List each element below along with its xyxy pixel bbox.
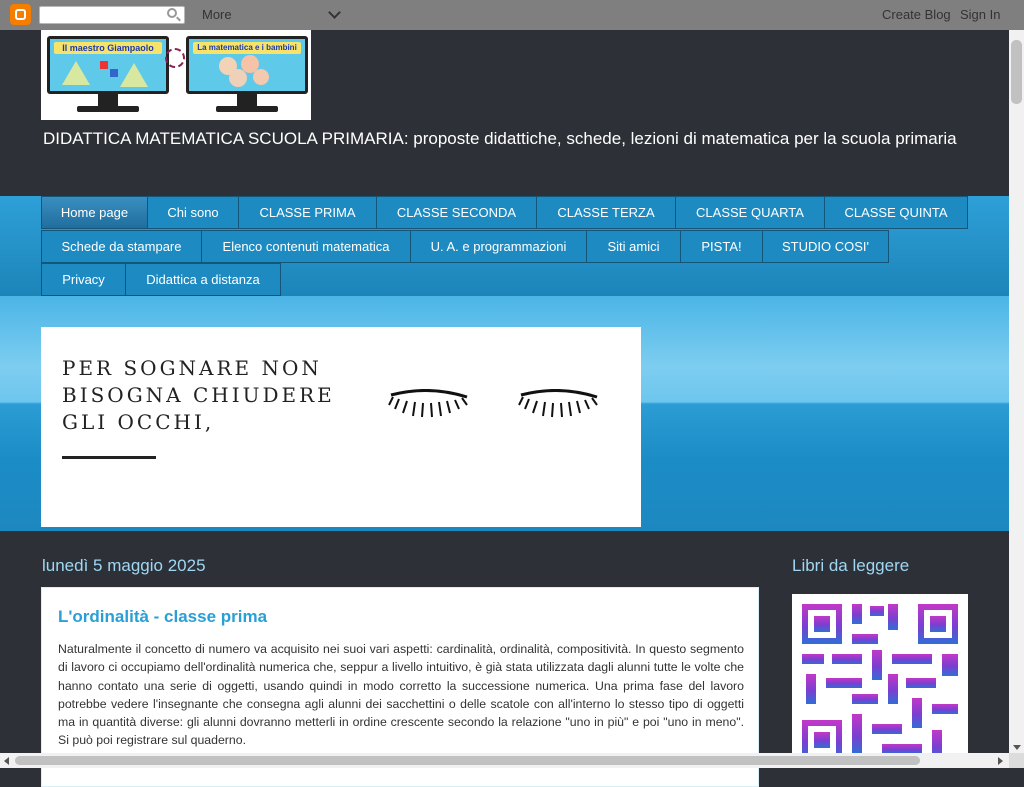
tab-schede-da-stampare[interactable]: Schede da stampare (41, 230, 202, 263)
banner-divider (62, 456, 156, 459)
qr-code-image[interactable] (792, 594, 968, 768)
monitor-right-icon: La matematica e i bambini (186, 36, 308, 114)
create-blog-link[interactable]: Create Blog (882, 7, 951, 22)
tab-classe-seconda[interactable]: CLASSE SECONDA (376, 196, 537, 229)
horizontal-scroll-thumb[interactable] (15, 756, 920, 765)
scroll-down-arrow-icon[interactable] (1013, 745, 1021, 750)
blog-description: DIDATTICA MATEMATICA SCUOLA PRIMARIA: pr… (43, 129, 957, 148)
scroll-left-arrow-icon[interactable] (4, 757, 9, 765)
tab-elenco-contenuti-matematica[interactable]: Elenco contenuti matematica (201, 230, 411, 263)
sidebar-widget-title: Libri da leggere (792, 556, 910, 575)
blogger-logo-icon[interactable] (10, 4, 31, 25)
more-dropdown[interactable]: More (202, 7, 232, 22)
tab-siti-amici[interactable]: Siti amici (586, 230, 681, 263)
qr-code-icon (802, 604, 958, 760)
chevron-down-icon[interactable] (328, 6, 341, 19)
tab-privacy[interactable]: Privacy (41, 263, 126, 296)
sign-in-link[interactable]: Sign In (960, 7, 1000, 22)
post-title[interactable]: L'ordinalità - classe prima (58, 607, 267, 627)
tab-pista[interactable]: PISTA! (680, 230, 763, 263)
banner-image: PER SOGNARE NON BISOGNA CHIUDERE GLI OCC… (41, 327, 641, 527)
tab-home-page[interactable]: Home page (41, 196, 148, 229)
blogger-navbar: More Create Blog Sign In (0, 0, 1024, 30)
tab-studio-cosi[interactable]: STUDIO COSI' (762, 230, 889, 263)
logo-right-text: La matematica e i bambini (193, 42, 301, 54)
tab-classe-quinta[interactable]: CLASSE QUINTA (824, 196, 968, 229)
scrollbar-corner (1009, 753, 1024, 768)
logo-left-text: Il maestro Giampaolo (54, 42, 162, 54)
post-body: Naturalmente il concetto di numero va ac… (58, 642, 744, 748)
vertical-scroll-thumb[interactable] (1011, 40, 1022, 104)
monitor-left-icon: Il maestro Giampaolo (47, 36, 169, 114)
date-header: lunedì 5 maggio 2025 (42, 556, 206, 575)
vertical-scrollbar[interactable] (1009, 30, 1024, 753)
closed-eye-icon (518, 389, 598, 418)
tab-classe-prima[interactable]: CLASSE PRIMA (238, 196, 377, 229)
decoration-icon (165, 48, 185, 68)
tab-classe-quarta[interactable]: CLASSE QUARTA (675, 196, 825, 229)
search-input[interactable] (39, 6, 185, 24)
tab-didattica-a-distanza[interactable]: Didattica a distanza (125, 263, 281, 296)
tab-u-a-e-programmazioni[interactable]: U. A. e programmazioni (410, 230, 587, 263)
header-logo-image[interactable]: Il maestro Giampaolo La matematica e i b… (41, 30, 311, 120)
tab-chi-sono[interactable]: Chi sono (147, 196, 239, 229)
horizontal-scrollbar[interactable] (0, 753, 1009, 768)
search-icon[interactable] (167, 8, 177, 18)
tab-classe-terza[interactable]: CLASSE TERZA (536, 196, 676, 229)
banner-text: PER SOGNARE NON BISOGNA CHIUDERE GLI OCC… (62, 356, 335, 434)
scroll-right-arrow-icon[interactable] (998, 757, 1003, 765)
closed-eye-icon (388, 389, 468, 418)
